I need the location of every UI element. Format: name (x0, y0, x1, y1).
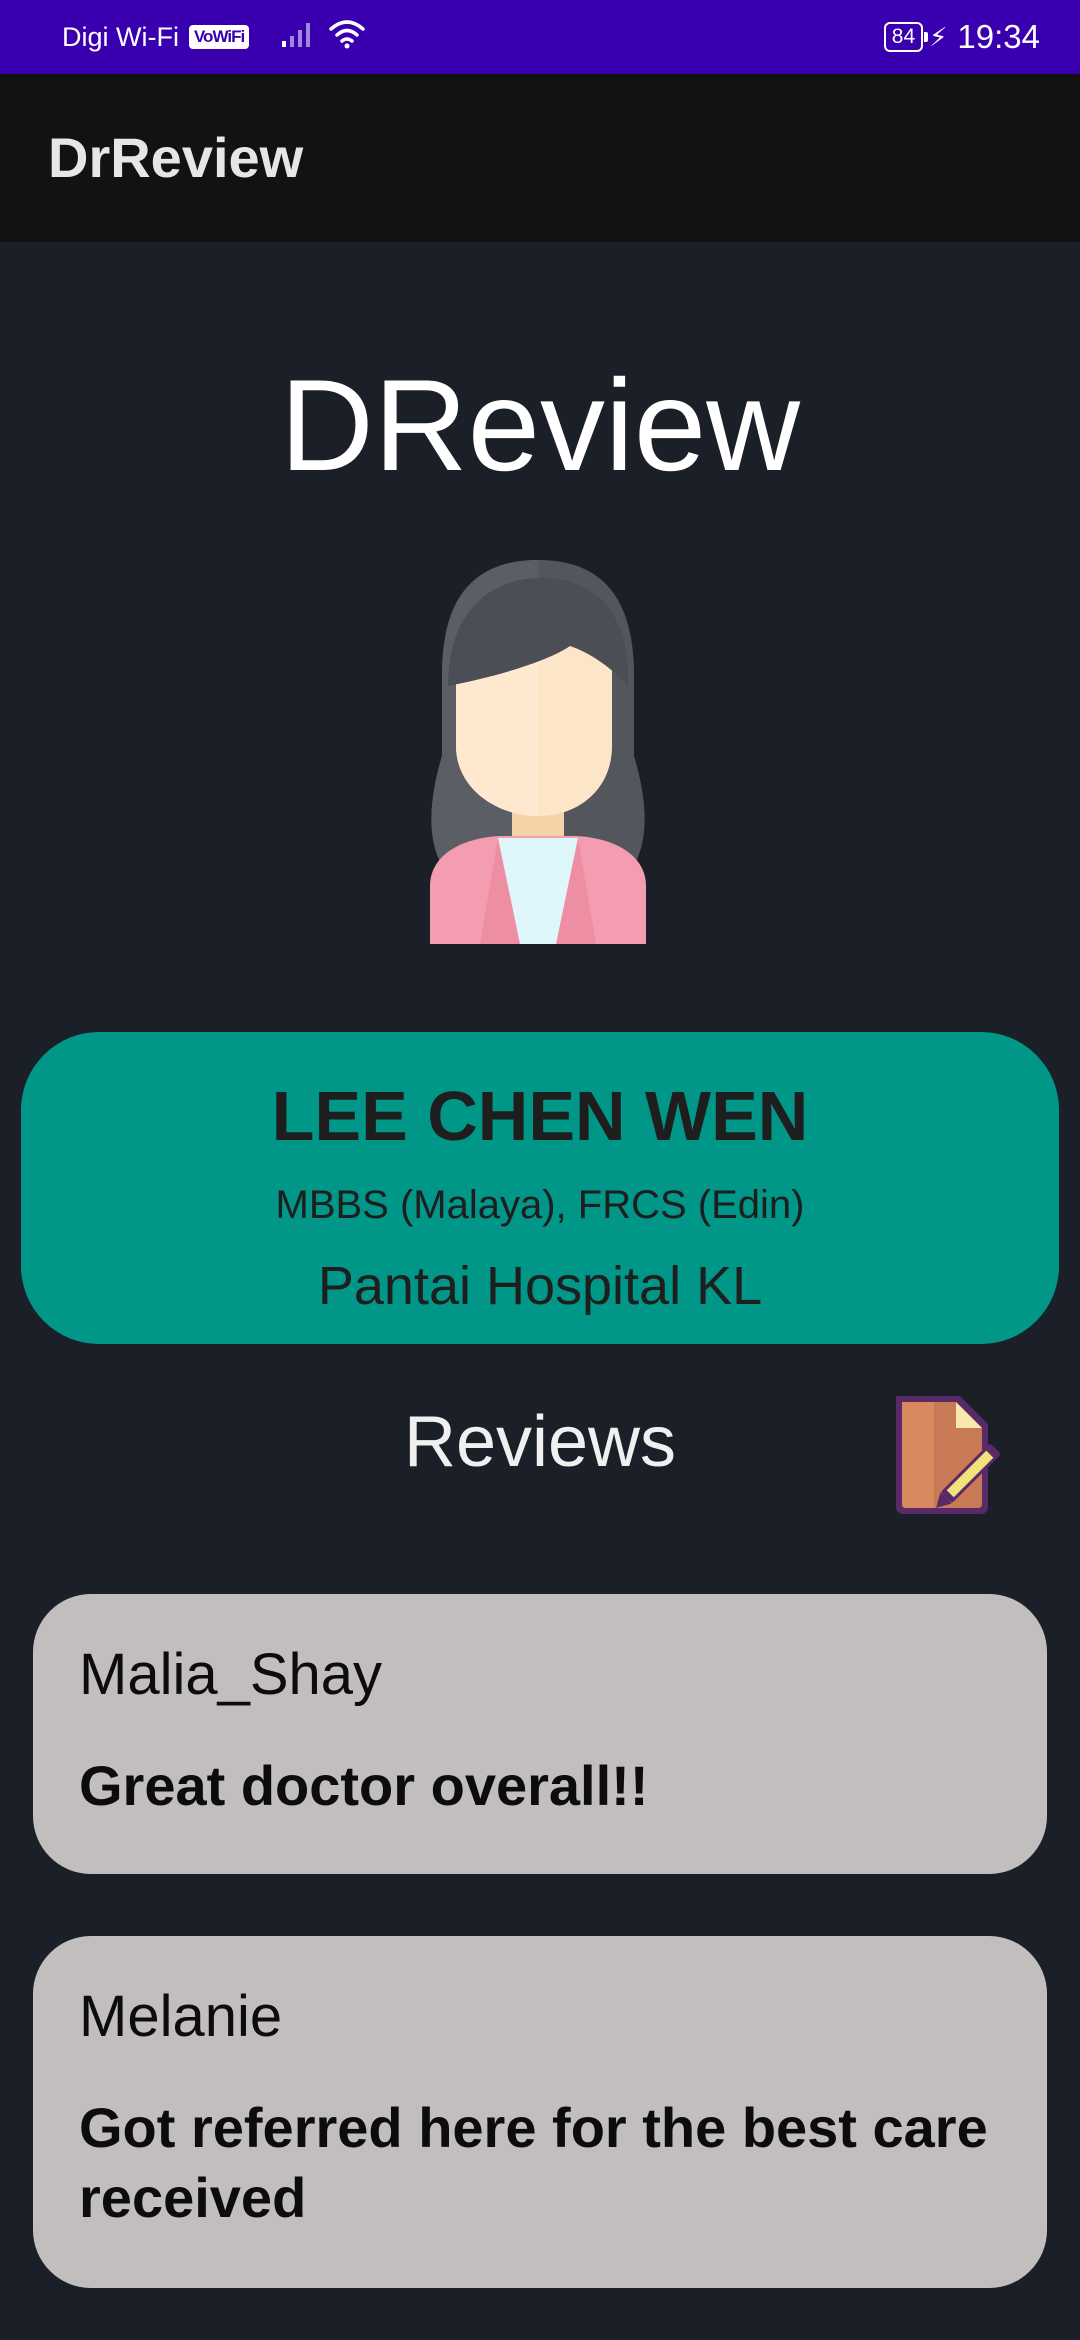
review-card[interactable]: Malia_Shay Great doctor overall!! (33, 1594, 1047, 1874)
review-username: Malia_Shay (79, 1642, 383, 1707)
wifi-icon (329, 19, 365, 56)
clock: 19:34 (957, 18, 1040, 55)
vowifi-badge: VoWiFi (188, 25, 250, 49)
doctor-qualifications: MBBS (Malaya), FRCS (Edin) (275, 1183, 805, 1227)
signal-icon (281, 19, 315, 56)
doctor-name: LEE CHEN WEN (271, 1077, 809, 1155)
app-bar: DrReview (0, 74, 1080, 242)
review-card[interactable]: Melanie Got referred here for the best c… (33, 1936, 1047, 2288)
review-username: Melanie (79, 1984, 283, 2049)
doctor-hospital: Pantai Hospital KL (317, 1256, 763, 1316)
status-bar: Digi Wi-Fi VoWiFi 84 ⚡︎ 19:34 (0, 0, 1080, 74)
carrier-label: Digi Wi-Fi (62, 21, 179, 52)
review-text: Got referred here for the best care rece… (79, 2096, 988, 2229)
app-title: DrReview (48, 126, 304, 189)
charging-bolt-icon: ⚡︎ (929, 21, 948, 52)
battery-icon: 84 (883, 22, 929, 52)
review-text: Great doctor overall!! (79, 1754, 649, 1817)
battery-level: 84 (891, 25, 916, 48)
doctor-info-card: LEE CHEN WEN MBBS (Malaya), FRCS (Edin) … (21, 1032, 1059, 1344)
write-review-icon (896, 1396, 1000, 1514)
female-doctor-avatar-icon (400, 556, 676, 944)
page-heading: DReview (279, 352, 801, 498)
write-review-button[interactable] (884, 1388, 1010, 1518)
